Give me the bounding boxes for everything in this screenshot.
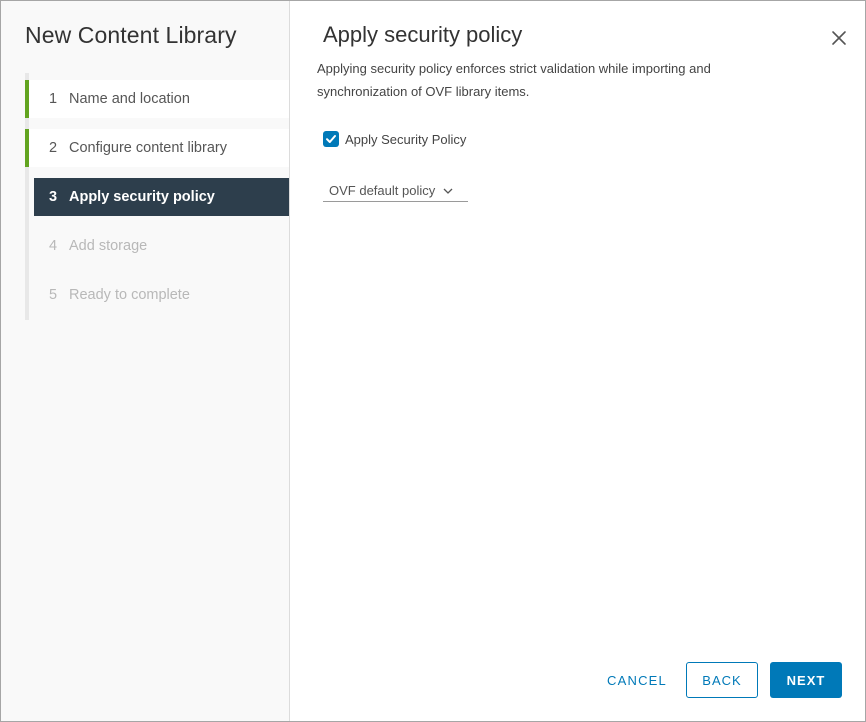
step-ready-to-complete: 5 Ready to complete	[25, 276, 289, 314]
apply-security-policy-checkbox-row: Apply Security Policy	[323, 131, 466, 147]
close-icon	[832, 31, 846, 45]
dialog-footer: CANCEL BACK NEXT	[595, 662, 842, 698]
wizard-sidebar: New Content Library 1 Name and location …	[1, 1, 290, 721]
step-add-storage: 4 Add storage	[25, 227, 289, 265]
apply-security-policy-checkbox[interactable]	[323, 131, 339, 147]
next-button[interactable]: NEXT	[770, 662, 842, 698]
step-configure-content-library[interactable]: 2 Configure content library	[25, 129, 289, 167]
wizard-title: New Content Library	[25, 22, 237, 48]
step-label: Ready to complete	[69, 287, 190, 303]
new-content-library-dialog: New Content Library 1 Name and location …	[0, 0, 866, 722]
chevron-down-icon	[443, 187, 453, 195]
close-button[interactable]	[829, 28, 849, 48]
step-label: Configure content library	[69, 140, 227, 156]
checkmark-icon	[326, 135, 336, 143]
description-text: Applying security policy enforces strict…	[317, 61, 711, 99]
step-label: Name and location	[69, 91, 190, 107]
step-number: 4	[49, 238, 58, 254]
checkbox-label[interactable]: Apply Security Policy	[345, 132, 466, 147]
back-button[interactable]: BACK	[686, 662, 758, 698]
step-number: 2	[49, 140, 58, 156]
select-value: OVF default policy	[329, 183, 436, 198]
security-policy-select[interactable]: OVF default policy	[323, 180, 468, 202]
step-label: Add storage	[69, 238, 148, 254]
step-number: 1	[49, 91, 58, 107]
step-number: 5	[49, 287, 58, 303]
step-apply-security-policy[interactable]: 3 Apply security policy	[34, 178, 289, 216]
page-title: Apply security policy	[323, 22, 523, 47]
step-label: Apply security policy	[69, 189, 215, 205]
cancel-button[interactable]: CANCEL	[595, 662, 679, 698]
step-name-and-location[interactable]: 1 Name and location	[25, 80, 289, 118]
step-number: 3	[49, 189, 58, 205]
